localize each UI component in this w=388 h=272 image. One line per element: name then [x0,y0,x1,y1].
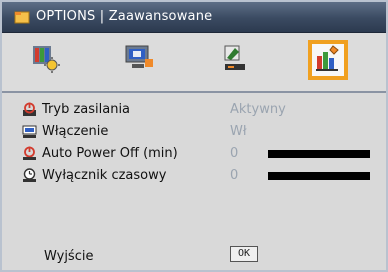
auto-power-off-value: 0 [230,146,239,161]
exit-label: Wyjście [44,249,94,264]
tab-options[interactable] [308,40,348,80]
menu-tabs [2,33,386,93]
direct-power-on-value[interactable]: Wł [230,124,247,139]
auto-power-off-slider[interactable] [268,150,370,158]
menu-row-direct-power-on[interactable]: Włączenie Wł [2,121,386,143]
sleep-timer-slider[interactable] [268,172,370,180]
tab-setup[interactable] [215,40,255,80]
menu-row-auto-power-off[interactable]: Auto Power Off (min) 0 [2,143,386,165]
menu-label: Włączenie [42,124,109,139]
menu-folder-icon [14,9,30,25]
menu-row-sleep-timer[interactable]: Wyłącznik czasowy 0 [2,165,386,187]
options-icon [314,44,342,76]
menu-row-power-mode[interactable]: Tryb zasilania Aktywny [2,99,386,121]
image-settings-icon [30,43,60,77]
menu-label: Wyłącznik czasowy [42,168,167,183]
tab-image[interactable] [25,40,65,80]
selected-tab-frame [312,44,344,76]
ok-button[interactable]: OK [230,246,258,262]
auto-power-off-icon [22,146,37,161]
setup-settings-icon [219,42,251,78]
power-icon [22,102,37,117]
settings-panel: Tryb zasilania Aktywny Włączenie Wł Auto… [2,93,386,270]
sleep-timer-value: 0 [230,168,239,183]
menu-label: Tryb zasilania [42,102,131,117]
direct-power-on-icon [22,124,37,139]
power-mode-value[interactable]: Aktywny [230,102,286,117]
window-title: OPTIONS | Zaawansowane [36,9,213,24]
sleep-timer-icon [22,168,37,183]
options-window: OPTIONS | Zaawansowane Tryb zasilania Ak… [0,0,388,272]
tab-display[interactable] [119,40,159,80]
display-settings-icon [123,43,155,77]
title-bar: OPTIONS | Zaawansowane [2,2,386,33]
menu-label: Auto Power Off (min) [42,146,178,161]
